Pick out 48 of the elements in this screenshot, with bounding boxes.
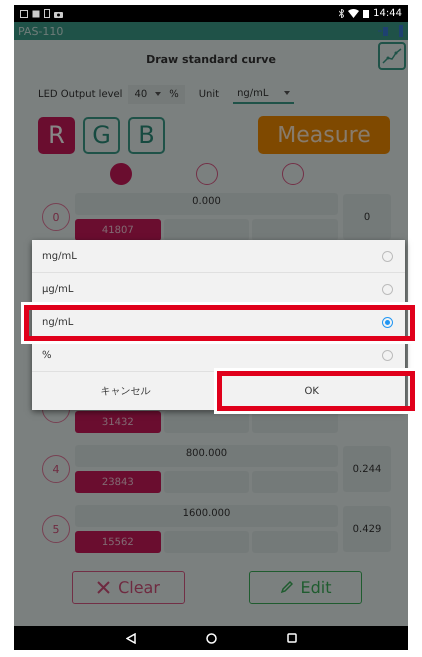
phone-icon <box>44 9 50 18</box>
battery-icon <box>363 9 370 18</box>
result-cell: 0.244 <box>343 446 391 492</box>
caret-icon <box>155 92 162 96</box>
unit-option[interactable]: % <box>32 339 405 372</box>
radio-button[interactable] <box>382 350 393 360</box>
chart-button[interactable] <box>378 42 406 70</box>
back-icon[interactable] <box>126 632 136 644</box>
unit-dropdown[interactable]: ng/mL <box>233 84 294 104</box>
clear-button[interactable]: Clear <box>72 571 185 604</box>
edit-button[interactable]: Edit <box>249 571 362 604</box>
unit-option[interactable]: mg/mL <box>32 240 405 273</box>
row-number: 4 <box>42 455 70 483</box>
unit-label: Unit <box>198 88 220 100</box>
reading-cell: 41807 <box>75 219 161 241</box>
unit-option[interactable]: µg/mL <box>32 273 405 306</box>
wifi-icon <box>348 9 360 18</box>
caret-icon <box>284 91 290 95</box>
concentration-field[interactable]: 800.000 <box>75 445 338 467</box>
camera-icon <box>54 10 63 18</box>
reading-cell: 23843 <box>75 471 161 493</box>
radio-button[interactable] <box>382 250 393 262</box>
result-cell: 0.429 <box>343 506 391 552</box>
row-number: 5 <box>42 515 70 543</box>
dialog-button[interactable]: OK <box>218 372 405 410</box>
radio-button[interactable] <box>382 284 393 294</box>
reading-cell: 31432 <box>75 411 161 433</box>
line-chart-icon <box>382 47 402 65</box>
pencil-icon <box>280 581 292 594</box>
status-time: 14:44 <box>373 8 402 19</box>
app-title: PAS-110 <box>18 24 64 38</box>
home-icon[interactable] <box>206 632 216 644</box>
close-icon <box>97 581 110 594</box>
led-level-dropdown[interactable]: 40 % <box>128 84 185 104</box>
channel-button[interactable]: B <box>128 116 165 154</box>
radio-button[interactable] <box>382 316 393 328</box>
row-number: 0 <box>42 203 70 231</box>
result-cell: 0 <box>343 194 391 240</box>
concentration-field[interactable]: 1600.000 <box>75 505 338 527</box>
channel-button[interactable]: G <box>83 116 120 154</box>
screen-title: Draw standard curve <box>146 52 276 66</box>
reading-cell: 15562 <box>75 531 161 553</box>
concentration-field[interactable]: 0.000 <box>75 193 338 215</box>
recents-icon[interactable] <box>286 633 296 643</box>
channel-button[interactable]: R <box>38 116 75 154</box>
led-output-label: LED Output level <box>38 88 122 100</box>
dialog-button[interactable]: キャンセル <box>32 372 218 410</box>
unit-option[interactable]: ng/mL <box>32 306 405 339</box>
